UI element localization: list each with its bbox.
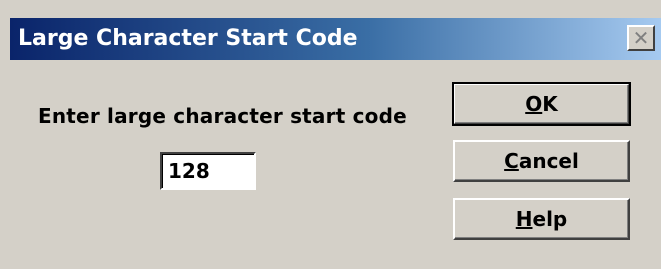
ok-mnemonic: O [525,92,543,116]
dialog-title: Large Character Start Code [18,26,358,51]
help-mnemonic: H [515,207,533,231]
cancel-label-rest: ancel [518,149,579,173]
close-button[interactable]: ✕ [627,25,655,51]
title-bar[interactable]: Large Character Start Code ✕ [10,18,661,60]
help-button[interactable]: Help [453,198,630,240]
cancel-mnemonic: C [504,149,519,173]
ok-label-rest: K [542,92,558,116]
large-character-start-code-dialog: Large Character Start Code ✕ Enter large… [0,0,661,269]
start-code-prompt-label: Enter large character start code [38,104,407,128]
cancel-button[interactable]: Cancel [453,140,630,182]
help-label-rest: elp [532,207,568,231]
start-code-input[interactable] [160,152,256,190]
close-icon: ✕ [632,26,650,50]
ok-button[interactable]: OK [452,82,631,126]
